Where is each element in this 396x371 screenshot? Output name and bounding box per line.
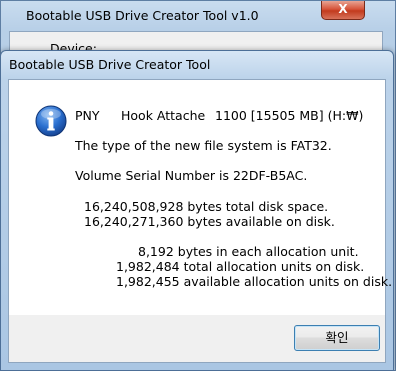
dialog-client-area: PNY Hook Attache 1100 [15505 MB] (H:₩) T… <box>8 79 392 363</box>
dialog-title: Bootable USB Drive Creator Tool <box>9 57 211 72</box>
information-icon <box>35 105 67 137</box>
allocation-unit-size: 8,192 bytes in each allocation unit. <box>138 244 359 259</box>
parent-title-bar[interactable]: Bootable USB Drive Creator Tool v1.0 X <box>1 1 395 31</box>
available-disk-space: 16,240,271,360 bytes available on disk. <box>84 214 335 229</box>
parent-window-title: Bootable USB Drive Creator Tool v1.0 <box>26 8 259 23</box>
dialog-message-area: PNY Hook Attache 1100 [15505 MB] (H:₩) T… <box>9 80 392 315</box>
total-disk-space: 16,240,508,928 bytes total disk space. <box>84 199 329 214</box>
total-allocation-units: 1,982,484 total allocation units on disk… <box>116 259 365 274</box>
available-allocation-units: 1,982,455 available allocation units on … <box>116 274 393 289</box>
ok-button[interactable]: 확인 <box>294 325 380 351</box>
device-brand: PNY <box>75 108 100 123</box>
close-icon: X <box>338 2 348 16</box>
filesystem-message: The type of the new file system is FAT32… <box>75 138 332 153</box>
serial-number-message: Volume Serial Number is 22DF-B5AC. <box>75 168 308 183</box>
device-version-size: 1100 [15505 MB] (H:₩) <box>215 108 364 123</box>
dialog-button-area: 확인 <box>9 315 385 362</box>
format-result-dialog: Bootable USB Drive Creator Tool PNY Hook… <box>0 50 394 371</box>
device-model: Hook Attache <box>121 108 206 123</box>
parent-close-button[interactable]: X <box>321 1 365 20</box>
dialog-title-bar[interactable]: Bootable USB Drive Creator Tool <box>1 51 393 77</box>
